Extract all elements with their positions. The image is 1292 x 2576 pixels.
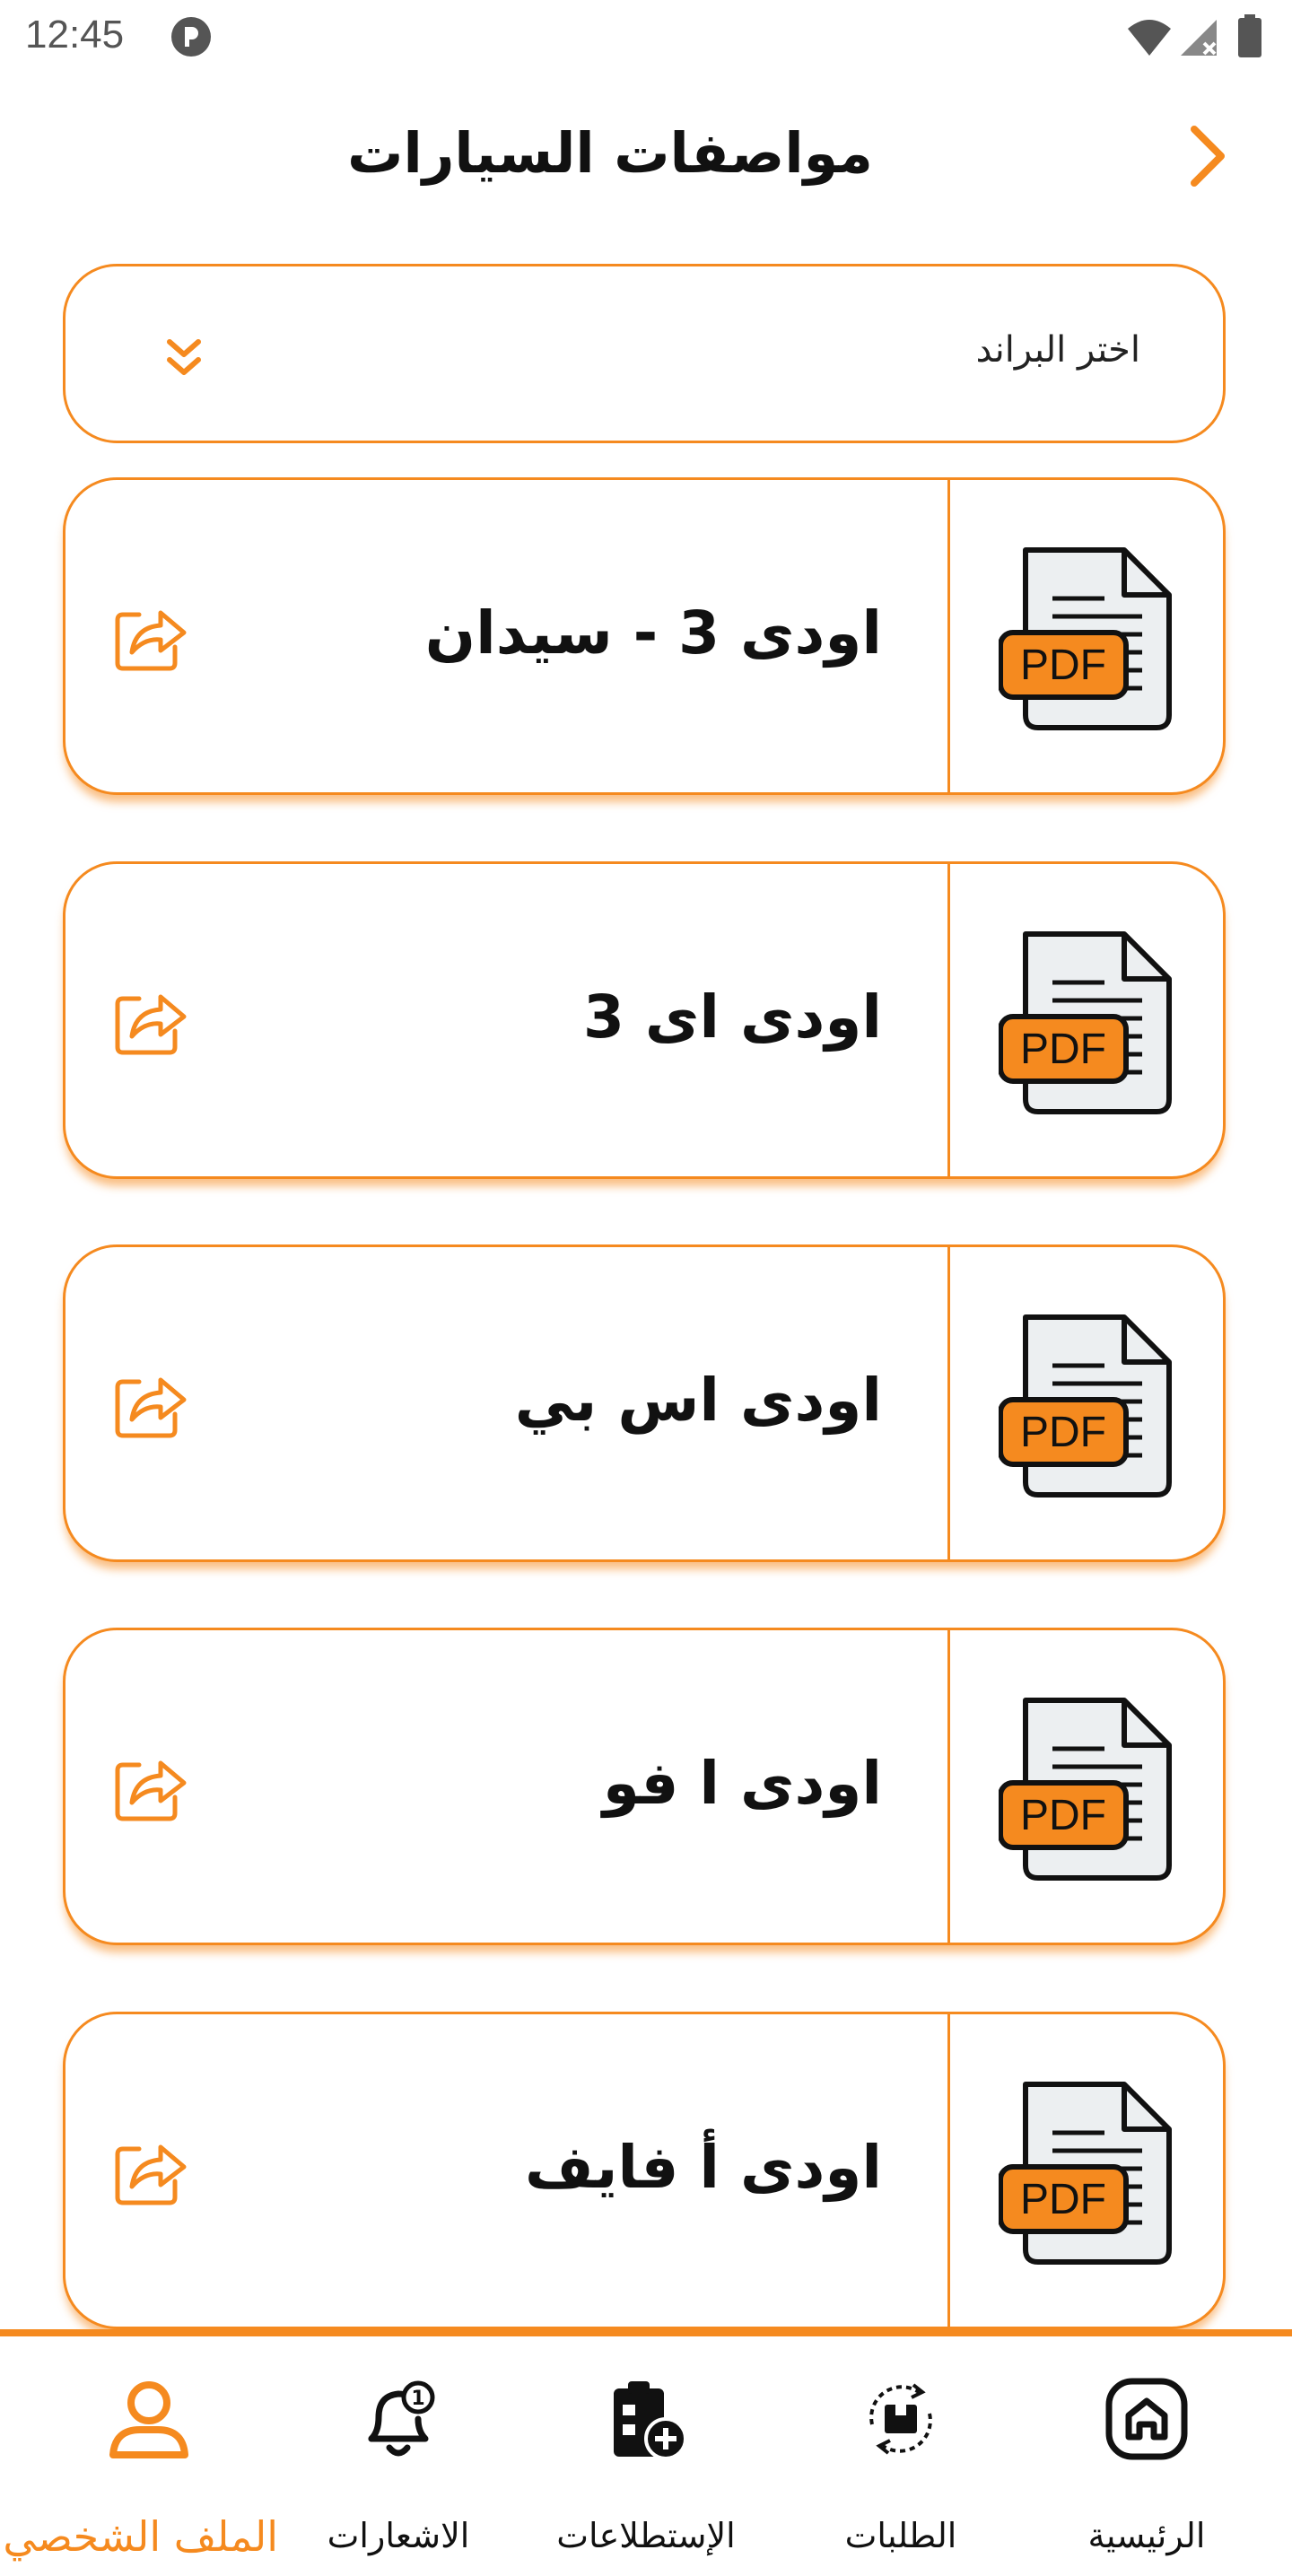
pdf-file-icon: PDF	[999, 931, 1172, 1114]
pdf-badge-text: PDF	[1020, 1026, 1106, 1073]
nav-label-orders: الطلبات	[844, 2516, 957, 2555]
notification-count: 1	[411, 2388, 424, 2410]
pdf-badge-text: PDF	[1020, 2176, 1106, 2223]
nav-label-profile: الملف الشخصي	[3, 2512, 278, 2561]
share-icon[interactable]	[112, 981, 189, 1058]
car-spec-card[interactable]: PDF اودى اس بي	[63, 1244, 1226, 1562]
brand-select-placeholder: اختر البراند	[975, 329, 1140, 371]
clipboard-add-icon	[614, 2381, 687, 2460]
share-icon[interactable]	[112, 2131, 189, 2208]
nav-label-notifications: الاشعارات	[327, 2516, 470, 2555]
card-title: اودى اى 3	[582, 982, 882, 1052]
share-icon[interactable]	[112, 597, 189, 674]
page-title: مواصفات السيارات	[0, 120, 1292, 186]
car-spec-card[interactable]: PDF اودى 3 - سيدان	[63, 477, 1226, 795]
share-icon[interactable]	[112, 1364, 189, 1441]
nav-item-profile[interactable]: الملف الشخصي	[3, 2336, 278, 2576]
page-title-text: مواصفات السيارات	[347, 120, 873, 186]
car-spec-card[interactable]: PDF اودى اى 3	[63, 861, 1226, 1179]
card-title: اودى ا فو	[602, 1749, 882, 1818]
bottom-nav-accent-bar	[0, 2329, 1292, 2336]
brand-select-dropdown[interactable]: اختر البراند	[63, 264, 1226, 443]
card-divider	[947, 480, 950, 792]
card-title: اودى 3 - سيدان	[424, 598, 882, 668]
bottom-nav: الرئيسية الطلبات الإستطلاعات 1 الاشعارات…	[0, 2329, 1292, 2576]
car-spec-card[interactable]: PDF اودى أ فايف	[63, 2012, 1226, 2329]
car-spec-card[interactable]: PDF اودى ا فو	[63, 1628, 1226, 1945]
double-chevron-down-icon	[167, 339, 201, 375]
pdf-badge-text: PDF	[1020, 642, 1106, 689]
bell-icon: 1	[368, 2380, 435, 2457]
card-divider	[947, 1630, 950, 1943]
pdf-file-icon: PDF	[999, 2082, 1172, 2265]
pdf-badge-text: PDF	[1020, 1409, 1106, 1456]
back-chevron-icon[interactable]	[1171, 120, 1243, 192]
nav-item-notifications[interactable]: 1 الاشعارات	[269, 2336, 528, 2576]
nav-item-home[interactable]: الرئيسية	[1017, 2336, 1276, 2576]
header: مواصفات السيارات	[0, 108, 1292, 206]
home-icon	[1105, 2378, 1188, 2460]
user-icon	[109, 2381, 188, 2458]
orders-cycle-icon	[869, 2383, 932, 2455]
wifi-icon	[1128, 20, 1171, 56]
app-notification-icon	[171, 17, 211, 57]
card-title: اودى أ فايف	[525, 2133, 882, 2202]
nav-item-surveys[interactable]: الإستطلاعات	[517, 2336, 775, 2576]
pdf-file-icon: PDF	[999, 1698, 1172, 1881]
signal-icon	[1181, 20, 1217, 56]
battery-icon	[1238, 14, 1261, 57]
status-bar: 12:45	[0, 0, 1292, 75]
card-divider	[947, 1247, 950, 1559]
share-icon[interactable]	[112, 1747, 189, 1824]
status-time: 12:45	[25, 13, 125, 57]
card-divider	[947, 864, 950, 1176]
nav-label-home: الرئيسية	[1087, 2516, 1206, 2555]
pdf-file-icon: PDF	[999, 1314, 1172, 1498]
nav-item-orders[interactable]: الطلبات	[772, 2336, 1030, 2576]
card-divider	[947, 2014, 950, 2327]
pdf-file-icon: PDF	[999, 547, 1172, 730]
pdf-badge-text: PDF	[1020, 1792, 1106, 1839]
nav-label-surveys: الإستطلاعات	[556, 2516, 736, 2555]
card-title: اودى اس بي	[514, 1366, 882, 1435]
